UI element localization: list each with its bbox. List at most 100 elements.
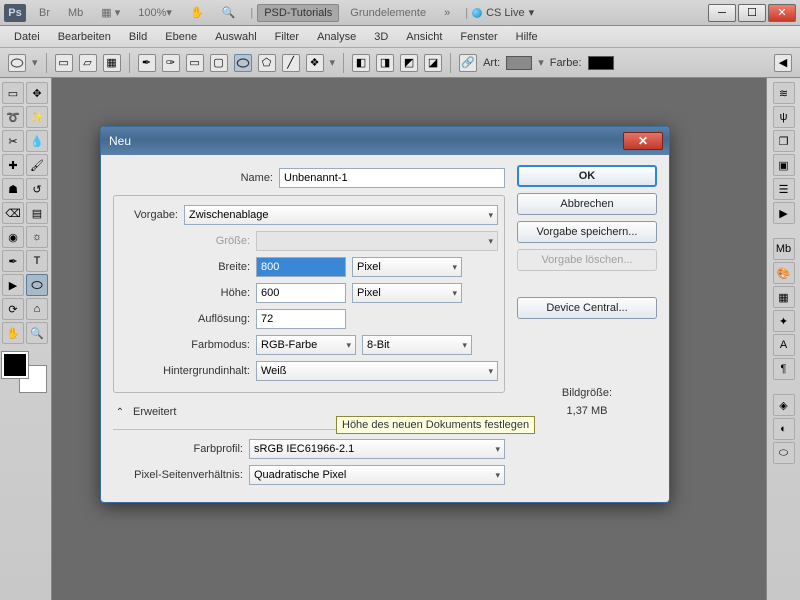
minibridge-button[interactable]: Mb bbox=[61, 4, 90, 22]
panel-layers2-icon[interactable]: ◈ bbox=[773, 394, 795, 416]
panel-paragraph-icon[interactable]: ¶ bbox=[773, 358, 795, 380]
style-swatch[interactable] bbox=[506, 56, 532, 70]
eraser-tool-icon[interactable]: ⌫ bbox=[2, 202, 24, 224]
polygon-shape-icon[interactable]: ⬠ bbox=[258, 54, 276, 72]
cancel-button[interactable]: Abbrechen bbox=[517, 193, 657, 215]
panel-minibridge-icon[interactable]: Mb bbox=[773, 238, 795, 260]
workspace-tab[interactable]: Grundelemente bbox=[343, 4, 433, 22]
panel-paths-icon[interactable]: ⬭ bbox=[773, 442, 795, 464]
ellipse-shape-icon[interactable] bbox=[234, 54, 252, 72]
workspace-more[interactable]: » bbox=[437, 4, 457, 22]
zoom-tool-icon[interactable]: 🔍 bbox=[215, 4, 243, 22]
move-tool-icon[interactable]: ✥ bbox=[26, 82, 48, 104]
layer-mode-path-icon[interactable]: ▱ bbox=[79, 54, 97, 72]
pen-tool-icon[interactable]: ✒ bbox=[2, 250, 24, 272]
freeform-pen-icon[interactable]: ✑ bbox=[162, 54, 180, 72]
colormode-combo[interactable]: RGB-Farbe bbox=[256, 335, 356, 355]
fill-color-swatch[interactable] bbox=[588, 56, 614, 70]
menu-ebene[interactable]: Ebene bbox=[157, 29, 205, 45]
profile-combo[interactable]: sRGB IEC61966-2.1 bbox=[249, 439, 505, 459]
shape-preset-icon[interactable] bbox=[8, 54, 26, 72]
dodge-tool-icon[interactable]: ☼ bbox=[26, 226, 48, 248]
panel-character-icon[interactable]: A bbox=[773, 334, 795, 356]
par-combo[interactable]: Quadratische Pixel bbox=[249, 465, 505, 485]
panel-channels-icon[interactable]: ◐ bbox=[773, 418, 795, 440]
save-preset-button[interactable]: Vorgabe speichern... bbox=[517, 221, 657, 243]
lasso-tool-icon[interactable]: ➰ bbox=[2, 106, 24, 128]
window-maximize[interactable]: ☐ bbox=[738, 4, 766, 22]
foreground-background-swatches[interactable] bbox=[2, 352, 46, 392]
magic-wand-tool-icon[interactable]: ✨ bbox=[26, 106, 48, 128]
combine-intersect-icon[interactable]: ◩ bbox=[400, 54, 418, 72]
menu-fenster[interactable]: Fenster bbox=[452, 29, 505, 45]
menu-auswahl[interactable]: Auswahl bbox=[207, 29, 265, 45]
width-unit-combo[interactable]: Pixel bbox=[352, 257, 462, 277]
marquee-tool-icon[interactable]: ▭ bbox=[2, 82, 24, 104]
panel-color-icon[interactable]: 🎨 bbox=[773, 262, 795, 284]
panel-toggle-icon[interactable]: ◀ bbox=[774, 54, 792, 72]
crop-tool-icon[interactable]: ✂ bbox=[2, 130, 24, 152]
combine-exclude-icon[interactable]: ◪ bbox=[424, 54, 442, 72]
panel-brushes-icon[interactable]: ψ bbox=[773, 106, 795, 128]
pen-icon[interactable]: ✒ bbox=[138, 54, 156, 72]
bridge-button[interactable]: Br bbox=[32, 4, 57, 22]
path-select-tool-icon[interactable]: ▶ bbox=[2, 274, 24, 296]
panel-swatches-icon[interactable]: ▦ bbox=[773, 286, 795, 308]
bitdepth-combo[interactable]: 8-Bit bbox=[362, 335, 472, 355]
panel-history-icon[interactable]: ▣ bbox=[773, 154, 795, 176]
hand-tool-icon[interactable]: ✋ bbox=[2, 322, 24, 344]
panel-actions-icon[interactable]: ▶ bbox=[773, 202, 795, 224]
layer-mode-fill-icon[interactable]: ▦ bbox=[103, 54, 121, 72]
menu-analyse[interactable]: Analyse bbox=[309, 29, 364, 45]
3d-tool-icon[interactable]: ⟳ bbox=[2, 298, 24, 320]
shape-tool-icon[interactable] bbox=[26, 274, 48, 296]
foreground-color[interactable] bbox=[2, 352, 28, 378]
menu-bild[interactable]: Bild bbox=[121, 29, 155, 45]
width-field[interactable] bbox=[256, 257, 346, 277]
roundrect-shape-icon[interactable]: ▢ bbox=[210, 54, 228, 72]
panel-layers-icon[interactable]: ☰ bbox=[773, 178, 795, 200]
menu-bearbeiten[interactable]: Bearbeiten bbox=[50, 29, 119, 45]
menu-3d[interactable]: 3D bbox=[366, 29, 396, 45]
hand-tool-icon[interactable]: ✋ bbox=[183, 4, 211, 22]
combine-subtract-icon[interactable]: ◨ bbox=[376, 54, 394, 72]
menu-ansicht[interactable]: Ansicht bbox=[398, 29, 450, 45]
ok-button[interactable]: OK bbox=[517, 165, 657, 187]
panel-adjustments-icon[interactable]: ≋ bbox=[773, 82, 795, 104]
dialog-close-button[interactable]: ✕ bbox=[623, 132, 663, 150]
background-combo[interactable]: Weiß bbox=[256, 361, 498, 381]
preset-combo[interactable]: Zwischenablage bbox=[184, 205, 498, 225]
height-field[interactable] bbox=[256, 283, 346, 303]
menu-hilfe[interactable]: Hilfe bbox=[508, 29, 546, 45]
zoom-picker[interactable]: 100% ▾ bbox=[131, 4, 179, 22]
panel-clone-icon[interactable]: ❐ bbox=[773, 130, 795, 152]
history-brush-tool-icon[interactable]: ↺ bbox=[26, 178, 48, 200]
device-central-button[interactable]: Device Central... bbox=[517, 297, 657, 319]
custom-shape-icon[interactable]: ❖ bbox=[306, 54, 324, 72]
rect-shape-icon[interactable]: ▭ bbox=[186, 54, 204, 72]
gradient-tool-icon[interactable]: ▤ bbox=[26, 202, 48, 224]
link-icon[interactable]: 🔗 bbox=[459, 54, 477, 72]
menu-filter[interactable]: Filter bbox=[267, 29, 307, 45]
healing-tool-icon[interactable]: ✚ bbox=[2, 154, 24, 176]
height-unit-combo[interactable]: Pixel bbox=[352, 283, 462, 303]
eyedropper-tool-icon[interactable]: 💧 bbox=[26, 130, 48, 152]
3d-camera-tool-icon[interactable]: ⌂ bbox=[26, 298, 48, 320]
window-minimize[interactable]: ─ bbox=[708, 4, 736, 22]
layout-picker[interactable]: ▦ ▾ bbox=[94, 4, 127, 22]
blur-tool-icon[interactable]: ◉ bbox=[2, 226, 24, 248]
name-field[interactable] bbox=[279, 168, 505, 188]
menu-datei[interactable]: Datei bbox=[6, 29, 48, 45]
layer-mode-shape-icon[interactable]: ▭ bbox=[55, 54, 73, 72]
type-tool-icon[interactable]: T bbox=[26, 250, 48, 272]
window-close[interactable]: ✕ bbox=[768, 4, 796, 22]
cs-live-button[interactable]: CS Live ▾ bbox=[472, 6, 534, 19]
line-shape-icon[interactable]: ╱ bbox=[282, 54, 300, 72]
stamp-tool-icon[interactable]: ☗ bbox=[2, 178, 24, 200]
panel-styles-icon[interactable]: ✦ bbox=[773, 310, 795, 332]
brush-tool-icon[interactable]: 🖌 bbox=[26, 154, 48, 176]
workspace-tab-active[interactable]: PSD-Tutorials bbox=[257, 4, 339, 22]
combine-add-icon[interactable]: ◧ bbox=[352, 54, 370, 72]
resolution-field[interactable] bbox=[256, 309, 346, 329]
zoom-tool-icon[interactable]: 🔍 bbox=[26, 322, 48, 344]
